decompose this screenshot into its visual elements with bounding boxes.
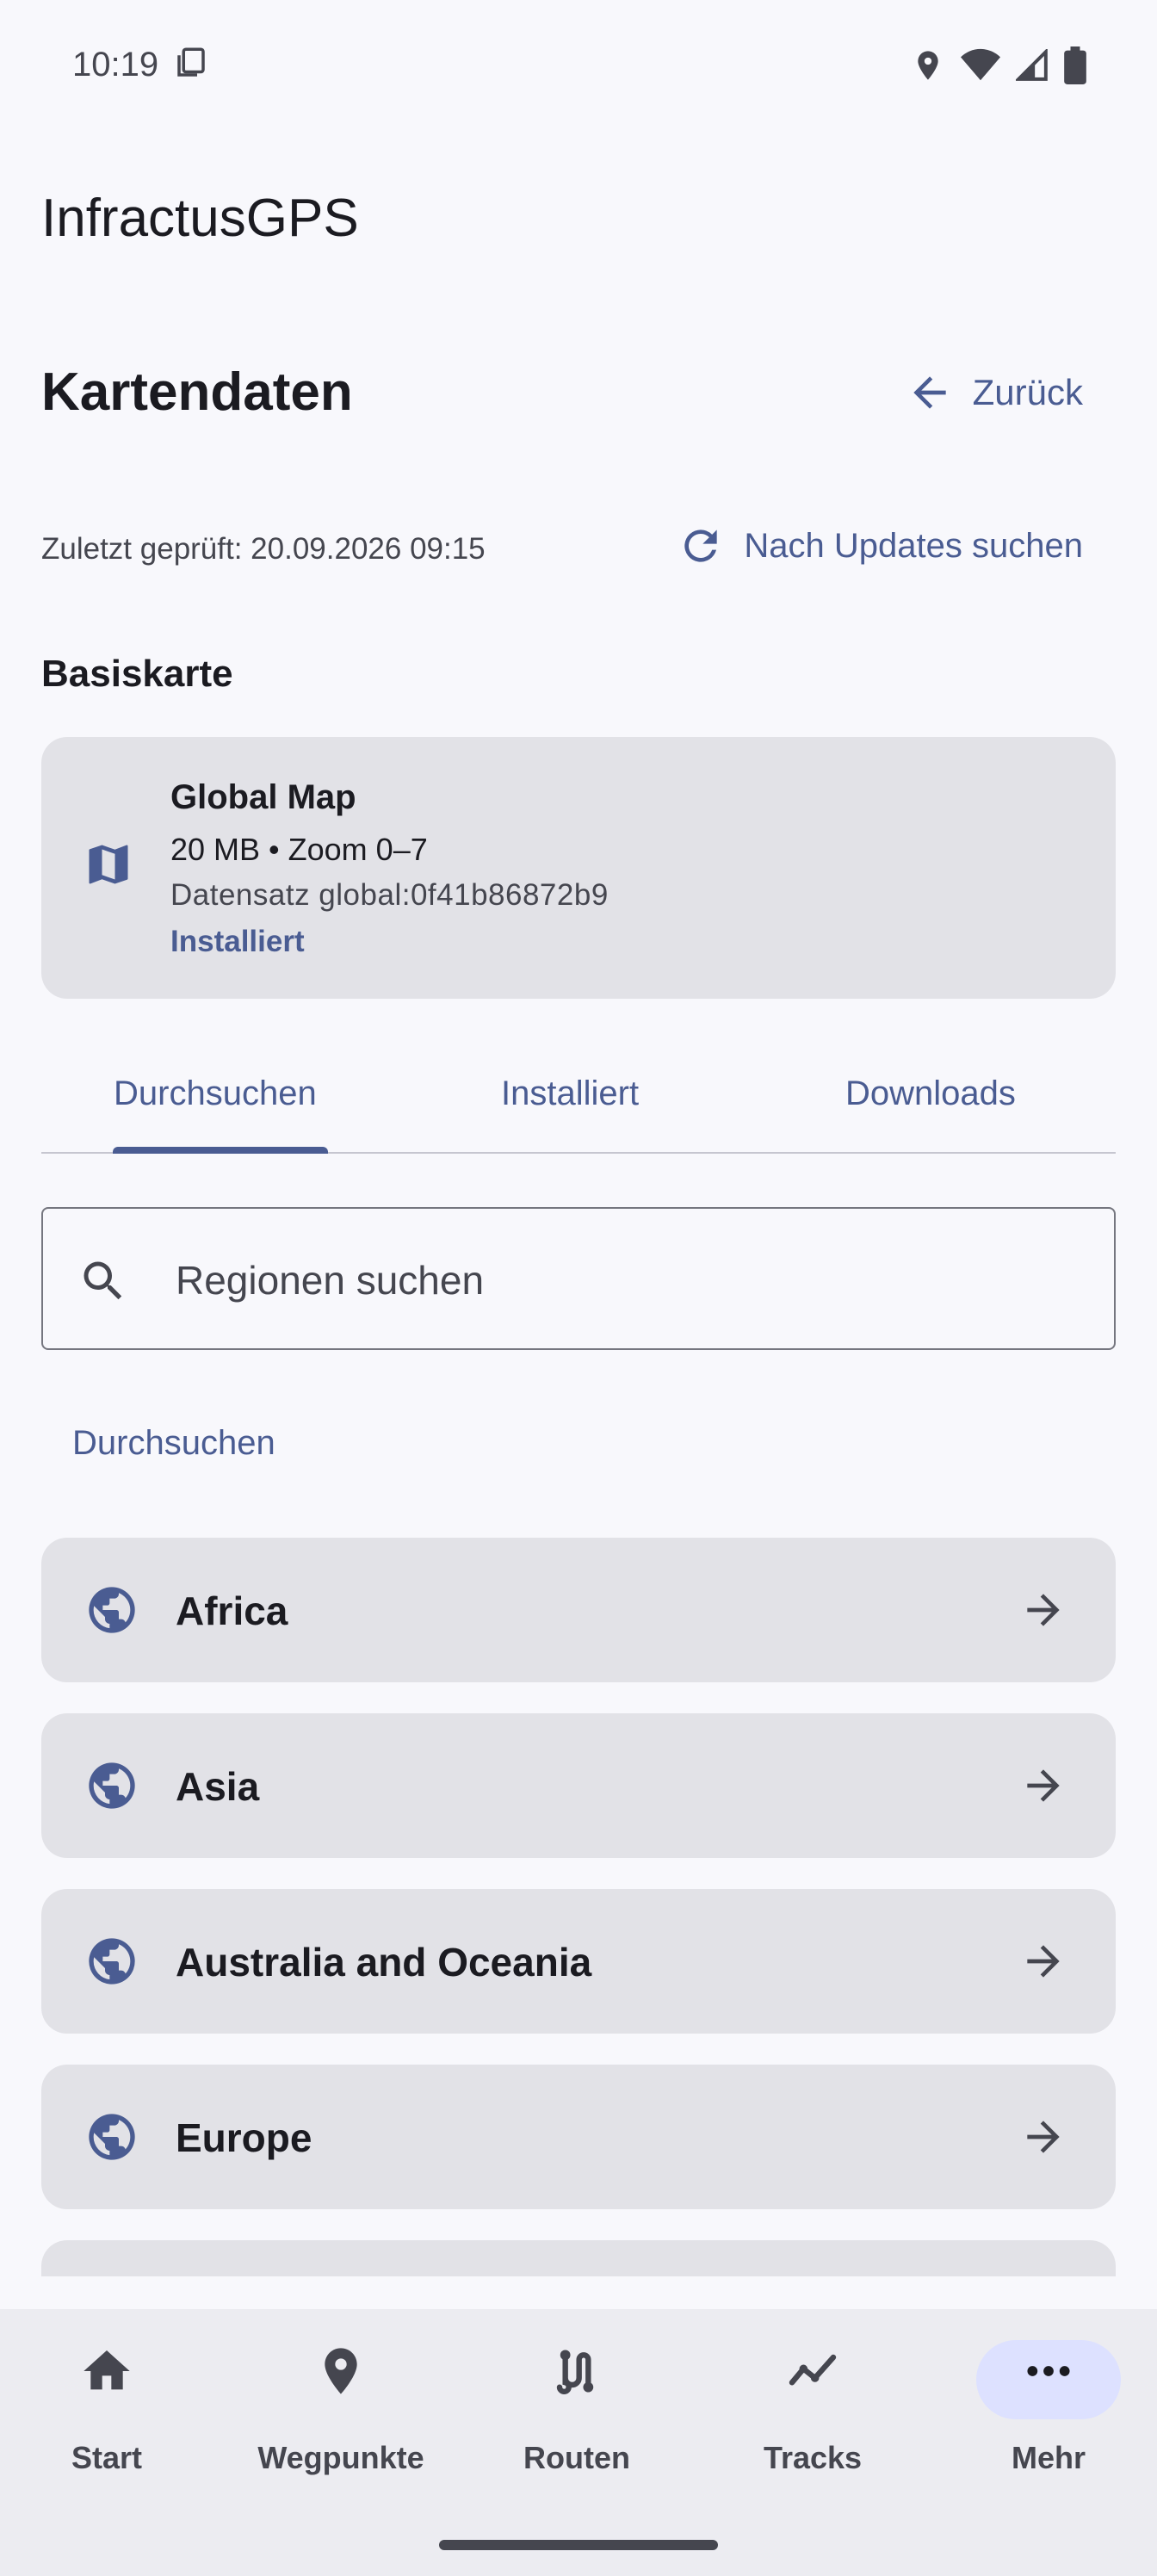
- home-indicator[interactable]: [439, 2540, 718, 2550]
- location-icon: [918, 51, 938, 80]
- globe-icon: [89, 1938, 135, 1985]
- globe-icon: [89, 1587, 135, 1633]
- signal-icon: [1016, 49, 1048, 81]
- app-title: InfractusGPS: [41, 189, 359, 248]
- home-icon: [84, 2350, 130, 2390]
- arrow-forward-icon: [1027, 1945, 1060, 1978]
- location-pin-icon: [325, 2348, 357, 2394]
- refresh-icon: [684, 529, 718, 562]
- tab-indicator: [113, 1147, 328, 1154]
- tab-browse[interactable]: Durchsuchen: [114, 1074, 317, 1113]
- route-icon: [556, 2350, 594, 2394]
- base-map-name: Global Map: [170, 778, 356, 816]
- more-icon: [1027, 2366, 1070, 2376]
- track-icon: [789, 2354, 837, 2386]
- region-item-australia-oceania[interactable]: Australia and Oceania: [41, 1889, 1116, 2034]
- check-updates-label: Nach Updates suchen: [744, 526, 1083, 565]
- base-map-status: Installiert: [170, 925, 305, 958]
- region-item-europe[interactable]: Europe: [41, 2065, 1116, 2209]
- arrow-forward-icon: [1027, 1594, 1060, 1626]
- back-button[interactable]: Zurück: [906, 368, 1083, 417]
- arrow-back-icon: [913, 376, 946, 409]
- nav-label: Routen: [523, 2440, 630, 2475]
- nav-label: Wegpunkte: [257, 2440, 424, 2475]
- globe-icon: [89, 1762, 135, 1809]
- wifi-icon: [961, 48, 1000, 81]
- nav-label: Start: [71, 2440, 143, 2475]
- search-input[interactable]: [176, 1243, 1071, 1317]
- screenshot-icon: [177, 47, 205, 77]
- page-title: Kartendaten: [41, 362, 353, 422]
- globe-icon: [89, 2114, 135, 2160]
- status-time: 10:19: [72, 45, 209, 84]
- base-map-card[interactable]: Global Map 20 MB • Zoom 0–7 Datensatz gl…: [41, 737, 1116, 999]
- region-label: Asia: [176, 1764, 260, 1809]
- region-item-asia[interactable]: Asia: [41, 1713, 1116, 1858]
- region-label: Africa: [176, 1588, 288, 1633]
- nav-label: Tracks: [763, 2440, 863, 2475]
- battery-icon: [1064, 46, 1086, 84]
- status-icons: [911, 46, 1086, 84]
- browse-section-label: Durchsuchen: [72, 1424, 275, 1462]
- check-updates-button[interactable]: Nach Updates suchen: [677, 522, 1083, 570]
- arrow-forward-icon: [1027, 2121, 1060, 2153]
- tab-installed[interactable]: Installiert: [501, 1074, 639, 1113]
- region-item-africa[interactable]: Africa: [41, 1538, 1116, 1682]
- arrow-forward-icon: [1027, 1769, 1060, 1802]
- base-map-dataset: Datensatz global:0f41b86872b9: [170, 878, 609, 912]
- search-field[interactable]: [41, 1207, 1116, 1350]
- list-clip: [0, 2276, 1157, 2309]
- region-label: Europe: [176, 2115, 312, 2160]
- nav-label: Mehr: [1011, 2440, 1086, 2475]
- bottom-navigation: Start Wegpunkte Routen Tracks Mehr: [0, 2309, 1157, 2576]
- map-icon: [89, 845, 128, 884]
- tab-downloads[interactable]: Downloads: [845, 1074, 1016, 1113]
- base-map-details: 20 MB • Zoom 0–7: [170, 832, 428, 867]
- last-checked-text: Zuletzt geprüft: 20.09.2026 09:15: [41, 532, 486, 566]
- search-icon: [84, 1261, 122, 1300]
- tab-bar: Durchsuchen Installiert Downloads: [41, 1064, 1116, 1154]
- region-label: Australia and Oceania: [176, 1940, 592, 1985]
- back-label: Zurück: [972, 372, 1083, 412]
- base-map-section-label: Basiskarte: [41, 653, 233, 695]
